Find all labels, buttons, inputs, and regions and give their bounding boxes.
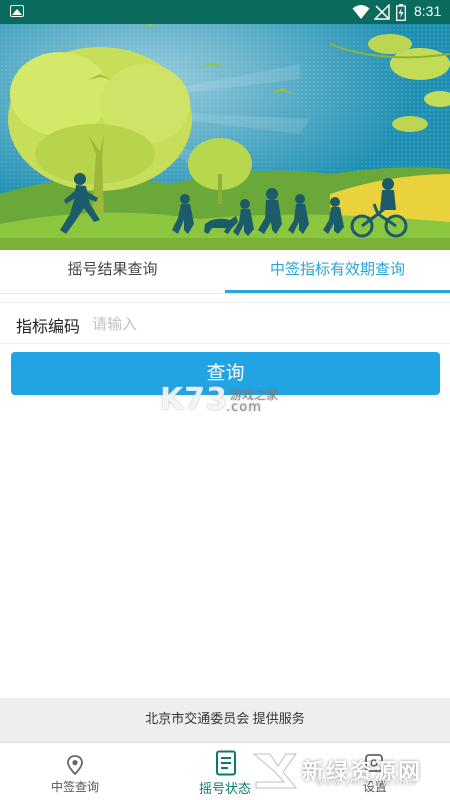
- banner-scene: [0, 24, 450, 250]
- status-bar: 8:31: [0, 0, 450, 24]
- battery-charging-icon: [396, 4, 406, 21]
- k73-watermark-domain: .com: [226, 400, 262, 415]
- xinlv-logo-icon: [252, 753, 298, 789]
- xinlv-watermark: 新绿资源网 www.xinlvzyw.com: [250, 750, 430, 790]
- tab-quota-validity[interactable]: 中签指标有效期查询: [225, 250, 450, 294]
- nav-lottery-query[interactable]: 中签查询: [0, 743, 150, 800]
- quota-code-input[interactable]: [92, 310, 432, 338]
- k73-watermark: K73 游戏之家 .com: [160, 382, 278, 417]
- quota-code-label: 指标编码: [16, 319, 81, 336]
- document-list-icon: [216, 750, 236, 776]
- map-pin-icon: [67, 755, 83, 775]
- banner-illustration: [0, 24, 450, 250]
- wifi-icon: [352, 5, 370, 19]
- gallery-icon: [10, 5, 24, 17]
- status-time: 8:31: [414, 3, 442, 19]
- quota-code-row: 指标编码: [0, 302, 450, 344]
- nav-lottery-query-label: 中签查询: [50, 780, 99, 794]
- xinlv-watermark-sub: www.xinlvzyw.com: [316, 778, 417, 788]
- provider-text: 北京市交通委员会 提供服务: [0, 698, 450, 742]
- tab-lottery-result[interactable]: 摇号结果查询: [0, 250, 225, 294]
- active-tab-indicator: [225, 290, 450, 293]
- no-signal-icon: [374, 4, 390, 20]
- k73-watermark-main: K73: [160, 382, 228, 417]
- tab-bar: 摇号结果查询 中签指标有效期查询: [0, 250, 450, 294]
